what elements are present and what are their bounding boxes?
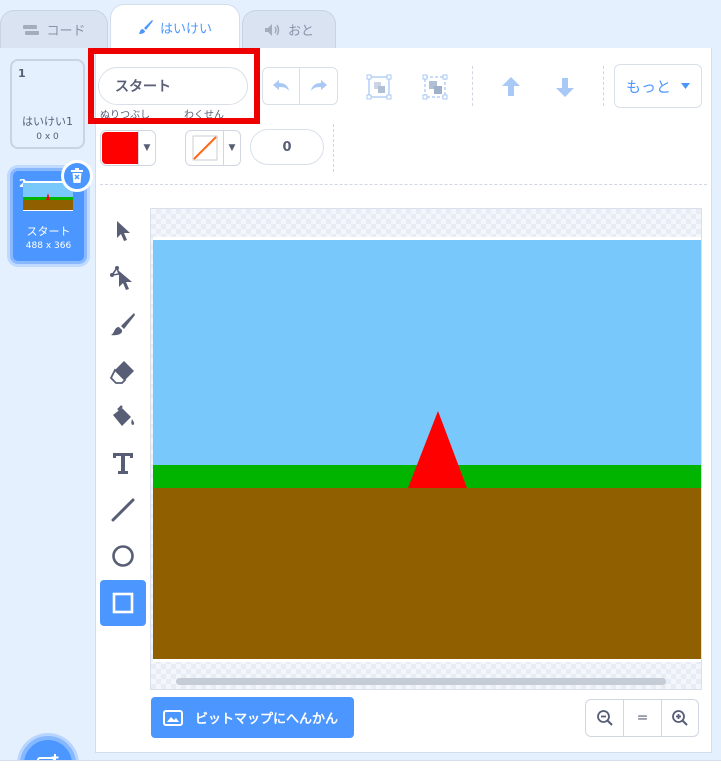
costume-name: スタート <box>26 225 71 238</box>
zoom-out-button[interactable] <box>586 700 623 736</box>
rectangle-icon <box>112 592 134 614</box>
group-button[interactable] <box>362 70 396 104</box>
line-icon <box>111 498 135 522</box>
group-icon <box>366 74 392 100</box>
zoom-in-button[interactable] <box>660 700 698 736</box>
tab-backdrops-label: はいけい <box>159 21 212 37</box>
tool-select[interactable] <box>100 208 146 254</box>
zoom-in-icon <box>671 710 688 726</box>
arrow-up-icon <box>502 77 520 96</box>
no-color-icon <box>192 135 217 161</box>
code-icon <box>23 24 40 35</box>
eraser-icon <box>110 361 134 384</box>
undo-icon <box>273 80 289 91</box>
tab-code[interactable]: コード <box>0 10 108 48</box>
caret-down-icon: ▼ <box>228 143 236 153</box>
reshape-icon <box>110 266 132 290</box>
outline-swatch <box>186 131 224 165</box>
zoom-out-icon <box>596 710 613 726</box>
fill-color-picker[interactable]: ▼ <box>100 130 156 166</box>
tool-fill[interactable] <box>100 394 146 440</box>
costume-name: はいけい1 <box>22 115 73 128</box>
tool-eraser[interactable] <box>100 348 146 394</box>
highlight-annotation <box>88 48 260 124</box>
tab-code-label: コード <box>46 24 86 39</box>
horizontal-scrollbar[interactable] <box>176 678 666 685</box>
undo-redo-group <box>262 67 338 105</box>
tool-brush[interactable] <box>100 301 146 347</box>
toolbar-divider <box>472 66 473 106</box>
arrow-down-icon <box>556 78 574 97</box>
delete-costume-button[interactable] <box>61 160 93 192</box>
fill-bucket-icon <box>113 405 135 426</box>
backdrop-artwork <box>153 237 701 662</box>
fill-color-chip <box>101 132 138 164</box>
tool-rectangle[interactable] <box>100 580 146 626</box>
convert-to-bitmap-button[interactable]: ビットマップにへんかん <box>151 697 354 738</box>
costume-size: 488 x 366 <box>25 241 72 251</box>
drawing-canvas[interactable] <box>150 208 702 690</box>
ungroup-button[interactable] <box>418 70 452 104</box>
sky <box>153 240 701 465</box>
tab-sounds[interactable]: おと <box>242 10 336 48</box>
tab-backdrops[interactable]: はいけい <box>110 4 240 49</box>
backward-button[interactable] <box>548 70 582 104</box>
paintbrush-icon <box>138 20 153 34</box>
tool-text[interactable] <box>100 440 146 486</box>
tool-circle[interactable] <box>100 533 146 579</box>
speaker-icon <box>264 23 280 36</box>
toolbar-divider <box>603 66 604 106</box>
ground <box>153 488 701 659</box>
costume-item-1[interactable]: 1 はいけい1 0 x 0 <box>10 59 85 149</box>
ungroup-icon <box>422 74 448 100</box>
select-icon <box>117 221 130 241</box>
convert-to-bitmap-label: ビットマップにへんかん <box>195 712 339 727</box>
costume-list: 1 はいけい1 0 x 0 2 スタート 488 x 366 <box>0 48 96 769</box>
bitmap-icon <box>163 709 183 726</box>
toolbar-separator <box>100 184 707 185</box>
editor-tabs: コード はいけい おと <box>0 0 721 49</box>
more-label: もっと <box>625 77 671 96</box>
forward-button[interactable] <box>494 70 528 104</box>
more-button[interactable]: もっと <box>614 64 702 108</box>
undo-button[interactable] <box>263 68 301 104</box>
zoom-reset-button[interactable]: = <box>623 700 660 736</box>
redo-icon <box>310 80 327 91</box>
tool-reshape[interactable] <box>100 255 146 301</box>
bottom-panel-edge <box>0 760 721 769</box>
trash-icon <box>71 168 83 183</box>
text-icon <box>113 453 133 474</box>
fill-swatch <box>101 131 139 165</box>
toolbar-divider <box>333 124 334 172</box>
outline-color-picker[interactable]: ▼ <box>185 130 241 166</box>
redo-button[interactable] <box>300 68 337 104</box>
caret-down-icon: ▼ <box>143 143 151 153</box>
outline-width-input[interactable]: 0 <box>250 129 324 165</box>
zoom-controls: = <box>585 699 699 737</box>
costume-size: 0 x 0 <box>36 132 59 142</box>
costume-number: 1 <box>18 67 26 80</box>
tab-sounds-label: おと <box>287 24 314 39</box>
tool-line[interactable] <box>100 487 146 533</box>
caret-down-icon <box>681 83 690 89</box>
brush-icon <box>111 313 135 336</box>
circle-icon <box>112 545 134 567</box>
